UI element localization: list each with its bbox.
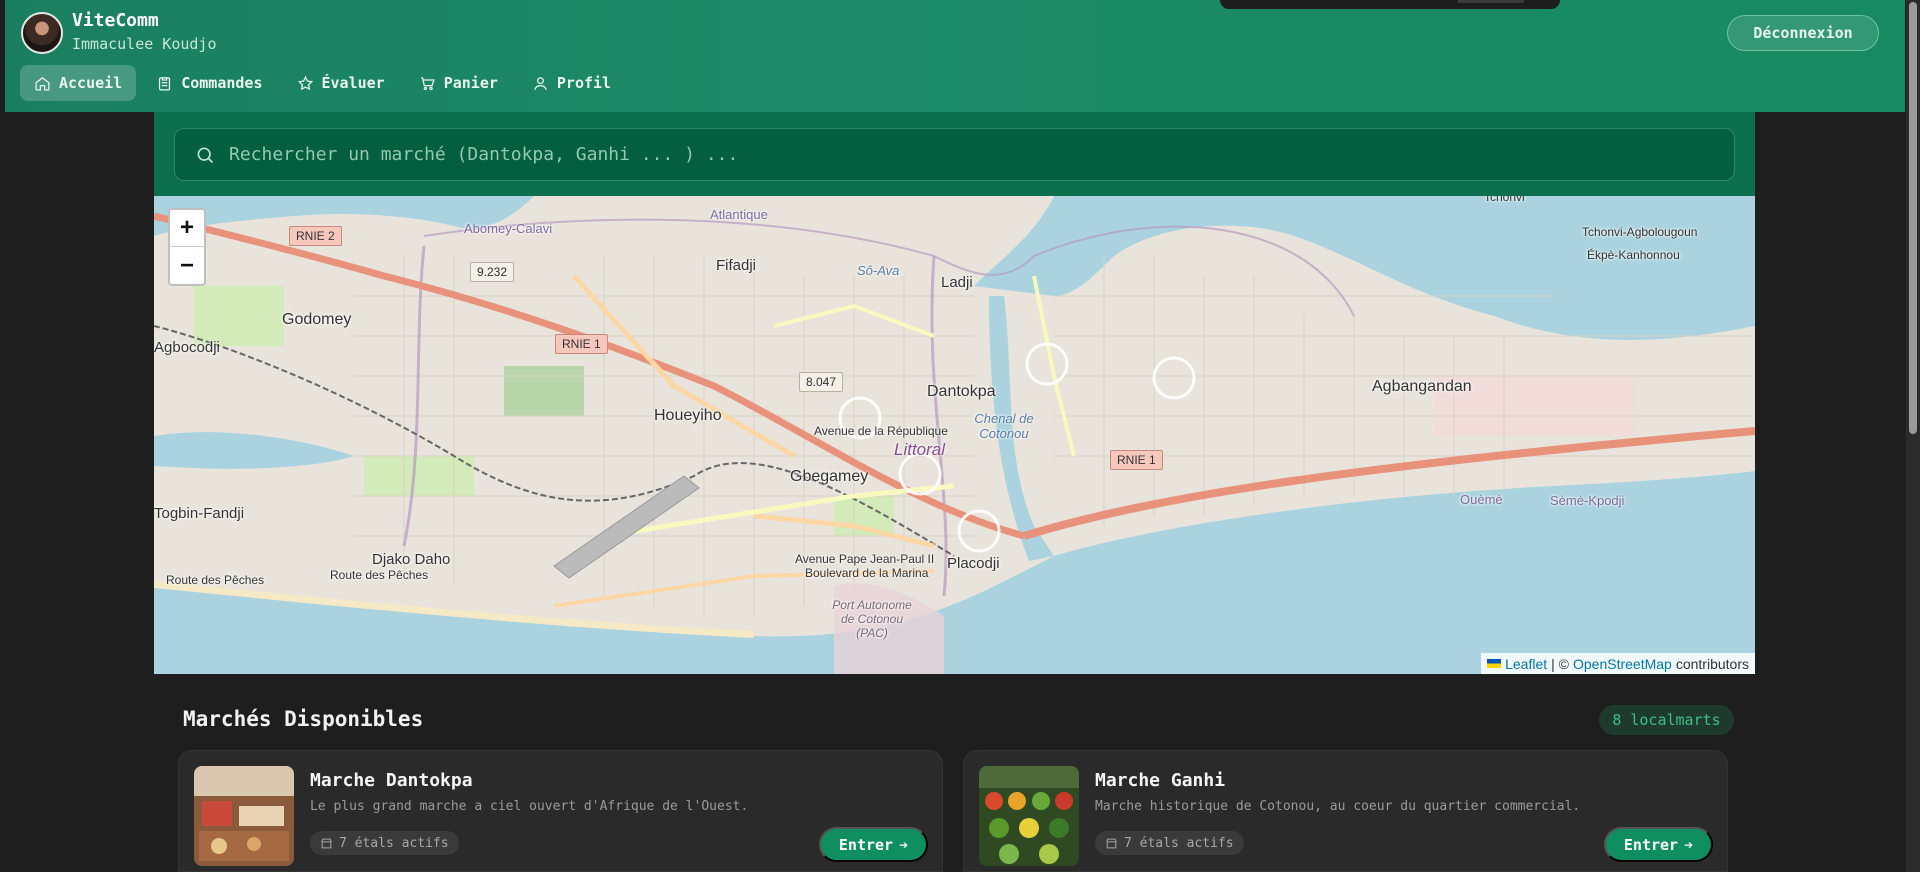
map-label-placodji: Placodji <box>947 555 1000 572</box>
star-icon <box>297 75 313 90</box>
road-shield-8047: 8.047 <box>799 372 844 392</box>
markets-section-title: Marchés Disponibles <box>183 707 424 731</box>
arrow-right-icon: ➔ <box>899 835 909 854</box>
map-label-agbangandan: Agbangandan <box>1372 378 1472 395</box>
stalls-badge: 7 étals actifs <box>1095 831 1244 855</box>
map-label-chenal: Chenal de Cotonou <box>974 411 1034 441</box>
attribution-suffix: contributors <box>1675 655 1749 672</box>
zoom-out-button[interactable]: − <box>170 247 204 284</box>
enter-button[interactable]: Entrer ➔ <box>1604 827 1713 862</box>
map-attribution: Leaflet | © OpenStreetMap contributors <box>1481 653 1755 674</box>
ukraine-flag-icon <box>1487 659 1502 668</box>
scrollbar-thumb[interactable] <box>1909 2 1917 434</box>
nav-label: Évaluer <box>321 74 385 92</box>
map-label-godomey: Godomey <box>282 311 352 328</box>
map-label-ekpe: Ékpè-Kanhonnou <box>1587 248 1680 262</box>
arrow-right-icon: ➔ <box>1684 835 1694 854</box>
enter-button[interactable]: Entrer ➔ <box>819 827 928 862</box>
map-label-togbin: Togbin-Fandji <box>154 505 245 522</box>
map-label-route-peches-1: Route des Pêches <box>166 573 265 587</box>
search-icon <box>197 147 214 163</box>
map-label-gbegamey: Gbegamey <box>790 468 869 485</box>
map-label-djako: Djako Daho <box>372 551 451 568</box>
market-description: Marche historique de Cotonou, au coeur d… <box>1095 799 1581 814</box>
logout-button[interactable]: Déconnexion <box>1727 15 1879 51</box>
brand-block: ViteComm Immaculee Koudjo <box>72 10 217 53</box>
main-nav: Accueil Commandes Évaluer Panier Profil <box>20 65 625 101</box>
store-icon <box>1106 838 1117 848</box>
map-label-ladji: Ladji <box>941 274 973 291</box>
map-label-agbocodji: Agbocodji <box>154 339 220 356</box>
attribution-separator: | © <box>1551 655 1569 672</box>
map-label-atlantique: Atlantique <box>710 207 768 222</box>
nav-item-commandes[interactable]: Commandes <box>142 65 276 101</box>
map-label-port: Port Autonome de Cotonou (PAC) <box>832 598 912 640</box>
road-shield-rnie1: RNIE 1 <box>555 334 608 354</box>
market-description: Le plus grand marche a ciel ouvert d'Afr… <box>310 799 749 814</box>
map-label-dantokpa: Dantokpa <box>927 383 996 400</box>
nav-label: Accueil <box>59 74 123 92</box>
road-shield-rnie1-east: RNIE 1 <box>1110 450 1163 470</box>
map-label-bd-marina: Boulevard de la Marina <box>805 566 929 580</box>
map-label-so-ava: Sô-Ava <box>857 263 900 278</box>
nav-item-profil[interactable]: Profil <box>518 65 625 101</box>
map-label-tchonvi: Tchonvi <box>1484 196 1525 204</box>
store-icon <box>321 838 332 848</box>
market-thumbnail <box>979 766 1079 866</box>
map-label-seme: Sèmè-Kpodji <box>1550 493 1625 508</box>
osm-link[interactable]: OpenStreetMap <box>1573 656 1672 672</box>
zoom-control: + − <box>168 208 206 286</box>
cart-icon <box>420 76 435 90</box>
market-card-ganhi[interactable]: Marche Ganhi Marche historique de Cotono… <box>963 750 1728 872</box>
avatar[interactable] <box>21 12 63 54</box>
road-shield-9232: 9.232 <box>470 262 515 282</box>
nav-item-panier[interactable]: Panier <box>405 65 512 101</box>
window-notch <box>1220 0 1560 9</box>
search-input[interactable] <box>229 144 1734 165</box>
nav-label: Commandes <box>181 74 263 92</box>
road-shield-rnie2: RNIE 2 <box>289 226 342 246</box>
nav-label: Profil <box>556 74 612 92</box>
leaflet-link[interactable]: Leaflet <box>1505 656 1547 672</box>
zoom-in-button[interactable]: + <box>170 210 204 247</box>
stalls-badge: 7 étals actifs <box>310 831 459 855</box>
map-label-abomey-calavi: Abomey-Calavi <box>464 221 553 236</box>
nav-label: Panier <box>443 74 498 92</box>
map-label-av-jean-paul: Avenue Pape Jean-Paul II <box>795 552 935 566</box>
map-tiles <box>154 196 1755 674</box>
market-name: Marche Dantokpa <box>310 770 473 791</box>
market-map[interactable]: + − Godomey Agbocodji Fifadji Ladji Dant… <box>154 196 1755 674</box>
search-box[interactable] <box>174 128 1735 181</box>
nav-item-evaluer[interactable]: Évaluer <box>283 65 399 101</box>
stalls-count: 7 étals actifs <box>1124 835 1234 851</box>
clipboard-icon <box>159 76 171 91</box>
user-icon <box>534 76 547 90</box>
nav-item-accueil[interactable]: Accueil <box>20 65 137 101</box>
market-name: Marche Ganhi <box>1095 770 1226 791</box>
page-scrollbar[interactable] <box>1906 0 1920 872</box>
search-band <box>154 112 1755 196</box>
enter-label: Entrer <box>838 835 894 854</box>
market-thumbnail <box>194 766 294 866</box>
enter-label: Entrer <box>1623 835 1679 854</box>
app-name: ViteComm <box>72 10 159 31</box>
map-label-route-peches-2: Route des Pêches <box>330 568 429 582</box>
home-icon <box>35 76 50 91</box>
map-label-tchonvi-agbolougoun: Tchonvi-Agbolougoun <box>1582 225 1698 239</box>
market-card-dantokpa[interactable]: Marche Dantokpa Le plus grand marche a c… <box>178 750 943 872</box>
map-label-oueme: Ouèmè <box>1460 492 1503 507</box>
map-label-fifadji: Fifadji <box>716 257 757 274</box>
app-page: ViteComm Immaculee Koudjo Déconnexion Ac… <box>5 0 1905 872</box>
map-label-houeyiho: Houeyiho <box>654 407 722 424</box>
map-label-littoral: Littoral <box>894 440 946 459</box>
stalls-count: 7 étals actifs <box>339 835 449 851</box>
markets-count-badge: 8 localmarts <box>1599 705 1734 735</box>
map-label-av-republique: Avenue de la République <box>814 424 948 438</box>
top-header: ViteComm Immaculee Koudjo Déconnexion Ac… <box>5 0 1905 112</box>
user-name: Immaculee Koudjo <box>72 35 217 53</box>
